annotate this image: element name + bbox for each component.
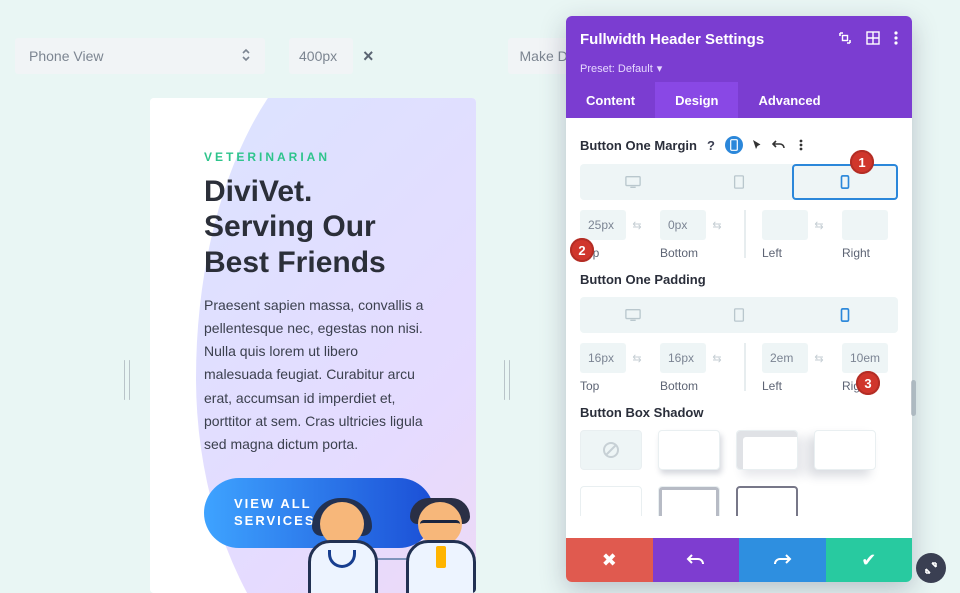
scrollbar-thumb[interactable] bbox=[911, 380, 916, 416]
section-margin-label: Button One Margin ? bbox=[580, 136, 898, 154]
tab-design[interactable]: Design bbox=[655, 82, 738, 118]
view-select[interactable]: Phone View bbox=[15, 38, 265, 74]
device-phone[interactable] bbox=[792, 164, 898, 200]
panel-title: Fullwidth Header Settings bbox=[580, 31, 764, 48]
panel-body: Button One Margin ? 1 25px⇆ Top 0px⇆ Bot… bbox=[566, 118, 912, 516]
link-icon[interactable]: ⇆ bbox=[626, 343, 648, 373]
padding-right-input[interactable]: 10em bbox=[842, 343, 888, 373]
section-shadow-label: Button Box Shadow bbox=[580, 405, 898, 420]
width-value: 400px bbox=[299, 48, 337, 64]
padding-left-input[interactable]: 2em bbox=[762, 343, 808, 373]
shadow-opt-1[interactable] bbox=[658, 430, 720, 470]
device-phone[interactable] bbox=[792, 297, 898, 333]
margin-inputs: 25px⇆ Top 0px⇆ Bottom ⇆ Left Right 2 bbox=[580, 210, 898, 260]
grid-icon[interactable] bbox=[866, 31, 880, 48]
panel-tabs: Content Design Advanced bbox=[566, 82, 912, 118]
step-badge-3: 3 bbox=[856, 371, 880, 395]
preset-label: Preset: Default bbox=[580, 63, 653, 75]
margin-right-input[interactable] bbox=[842, 210, 888, 240]
kebab-icon[interactable] bbox=[894, 31, 898, 48]
padding-device-segment bbox=[580, 297, 898, 333]
settings-panel: Fullwidth Header Settings Preset: Defaul… bbox=[566, 16, 912, 582]
shadow-opt-2[interactable] bbox=[736, 430, 798, 470]
margin-left-input[interactable] bbox=[762, 210, 808, 240]
cap-right: Right bbox=[842, 246, 898, 260]
width-control: 400px × bbox=[289, 38, 374, 74]
expand-icon[interactable] bbox=[838, 31, 852, 48]
device-desktop[interactable] bbox=[580, 297, 686, 333]
section-padding-label: Button One Padding bbox=[580, 272, 898, 287]
phone-icon[interactable] bbox=[725, 136, 743, 154]
resize-handle-left[interactable] bbox=[124, 360, 130, 400]
cursor-icon[interactable] bbox=[749, 137, 765, 153]
chevron-down-icon: ▾ bbox=[657, 62, 663, 75]
save-button[interactable]: ✔ bbox=[826, 538, 913, 582]
link-icon[interactable]: ⇆ bbox=[626, 210, 648, 240]
step-badge-2: 2 bbox=[570, 238, 594, 262]
tab-advanced[interactable]: Advanced bbox=[738, 82, 840, 118]
resize-fab[interactable] bbox=[916, 553, 946, 583]
padding-bottom-input[interactable]: 16px bbox=[660, 343, 706, 373]
link-icon[interactable]: ⇆ bbox=[808, 210, 830, 240]
preset-row[interactable]: Preset: Default ▾ bbox=[566, 62, 912, 82]
device-tablet[interactable] bbox=[686, 164, 792, 200]
undo-icon[interactable] bbox=[771, 137, 787, 153]
chevron-updown-icon bbox=[241, 48, 251, 65]
shadow-opt-5[interactable] bbox=[658, 486, 720, 516]
eyebrow-text: VETERINARIAN bbox=[204, 150, 428, 164]
undo-button[interactable] bbox=[653, 538, 740, 582]
help-icon[interactable]: ? bbox=[703, 137, 719, 153]
margin-device-segment: 1 bbox=[580, 164, 898, 200]
kebab-icon[interactable] bbox=[793, 137, 809, 153]
shadow-options bbox=[580, 430, 898, 516]
view-select-label: Phone View bbox=[29, 48, 103, 64]
preview-frame: VETERINARIAN DiviVet. Serving Our Best F… bbox=[150, 98, 476, 593]
resize-handle-right[interactable] bbox=[504, 360, 510, 400]
link-icon[interactable]: ⇆ bbox=[808, 343, 830, 373]
shadow-opt-4[interactable] bbox=[580, 486, 642, 516]
redo-button[interactable] bbox=[739, 538, 826, 582]
hero-illustration bbox=[298, 500, 476, 593]
device-tablet[interactable] bbox=[686, 297, 792, 333]
shadow-none[interactable] bbox=[580, 430, 642, 470]
shadow-opt-3[interactable] bbox=[814, 430, 876, 470]
link-icon[interactable]: ⇆ bbox=[706, 343, 728, 373]
divider bbox=[744, 210, 746, 258]
panel-actions: ✖ ✔ bbox=[566, 538, 912, 582]
tab-content[interactable]: Content bbox=[566, 82, 655, 118]
step-badge-1: 1 bbox=[850, 150, 874, 174]
cancel-button[interactable]: ✖ bbox=[566, 538, 653, 582]
panel-header: Fullwidth Header Settings bbox=[566, 16, 912, 62]
padding-inputs: 16px⇆ Top 16px⇆ Bottom 2em⇆ Left 10em Ri… bbox=[580, 343, 898, 393]
shadow-opt-6[interactable] bbox=[736, 486, 798, 516]
cap-left: Left bbox=[762, 246, 830, 260]
width-input[interactable]: 400px bbox=[289, 38, 353, 74]
close-icon[interactable]: × bbox=[363, 46, 374, 67]
padding-top-input[interactable]: 16px bbox=[580, 343, 626, 373]
hero-body: Praesent sapien massa, convallis a pelle… bbox=[204, 294, 428, 456]
device-desktop[interactable] bbox=[580, 164, 686, 200]
margin-bottom-input[interactable]: 0px bbox=[660, 210, 706, 240]
cap-bottom: Bottom bbox=[660, 246, 728, 260]
margin-top-input[interactable]: 25px bbox=[580, 210, 626, 240]
hero-title: DiviVet. Serving Our Best Friends bbox=[204, 174, 428, 280]
link-icon[interactable]: ⇆ bbox=[706, 210, 728, 240]
